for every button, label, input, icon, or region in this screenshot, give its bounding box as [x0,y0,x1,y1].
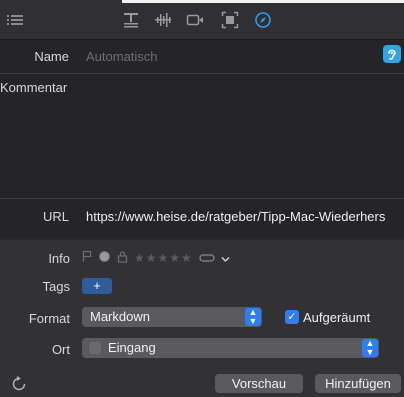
label-tag-icon[interactable] [199,251,215,266]
comment-field[interactable] [86,78,404,196]
refresh-icon[interactable] [11,376,27,392]
up-down-chevron-icon: ▲ ▼ [245,308,261,326]
screenshot-icon[interactable] [221,11,239,29]
location-select-value: Eingang [108,340,156,355]
location-select[interactable]: Eingang ▲ ▼ [82,338,379,358]
url-field[interactable]: https://www.heise.de/ratgeber/Tipp-Mac-W… [86,209,404,224]
cleanup-checkbox[interactable]: ✓ [285,310,299,324]
text-format-icon[interactable] [122,11,140,29]
format-label: Format [28,311,70,326]
info-label: Info [48,251,70,266]
flag-icon[interactable] [82,250,92,266]
read-status-icon[interactable] [98,250,111,266]
add-tag-button[interactable]: + [82,278,112,294]
location-label: Ort [51,342,70,357]
tags-label: Tags [42,279,70,294]
up-down-chevron-icon: ▲ ▼ [362,339,378,357]
format-select-value: Markdown [90,309,150,324]
chevron-down-icon[interactable] [221,251,230,266]
folder-icon [89,342,101,354]
name-label: Name [34,49,69,64]
video-icon[interactable] [186,11,204,29]
separator [0,73,404,74]
info-controls: ★★★★★ [82,250,230,266]
cleanup-label[interactable]: Aufgeräumt [303,310,370,325]
rating-stars-icon[interactable]: ★★★★★ [134,251,193,265]
lock-icon[interactable] [117,250,128,266]
window-edge [122,0,404,3]
preview-button[interactable]: Vorschau [215,374,303,393]
url-label: URL [42,209,69,224]
safari-compass-icon[interactable] [254,11,272,29]
waveform-icon[interactable] [154,11,172,29]
ear-icon[interactable] [383,45,401,63]
list-icon[interactable] [6,11,24,29]
format-select[interactable]: Markdown ▲ ▼ [82,307,262,327]
name-field[interactable]: Automatisch [86,49,158,64]
separator [0,198,404,199]
add-button[interactable]: Hinzufügen [315,374,401,393]
toolbar [0,0,404,40]
comment-label: Kommentar [0,80,68,95]
